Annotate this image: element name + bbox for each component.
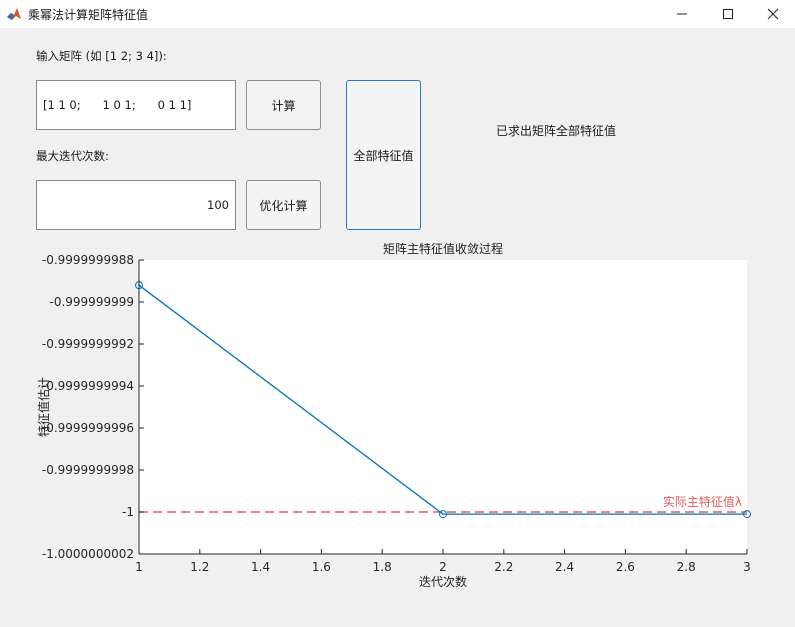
x-tick-label: 1.4 — [251, 560, 270, 574]
x-tick-label: 2.8 — [677, 560, 696, 574]
y-axis-label: 特征值估计 — [36, 377, 51, 437]
x-tick-label: 2.6 — [616, 560, 635, 574]
x-tick-label: 2 — [439, 560, 447, 574]
y-tick-label: -0.9999999994 — [42, 379, 134, 393]
x-tick-label: 1.8 — [373, 560, 392, 574]
x-tick-label: 1.6 — [312, 560, 331, 574]
reference-label: 实际主特征值λ — [663, 494, 742, 509]
y-tick-label: -1.0000000002 — [42, 547, 134, 561]
x-tick-label: 3 — [743, 560, 751, 574]
convergence-chart: 1 1.2 1.4 1.6 1.8 2 2.2 2.4 2.6 2.8 3 -0.9999999988… — [36, 241, 751, 589]
y-tick-label: -0.9999999992 — [42, 337, 134, 351]
y-tick-label: -0.9999999996 — [42, 421, 134, 435]
chart-title: 矩阵主特征值收敛过程 — [383, 241, 503, 256]
y-tick-label: -0.9999999998 — [42, 463, 134, 477]
x-tick-label: 2.4 — [555, 560, 574, 574]
x-axis-label: 迭代次数 — [419, 574, 467, 589]
plot-area — [139, 260, 747, 554]
y-tick-label: -0.9999999988 — [42, 253, 134, 267]
x-tick-label: 1.2 — [190, 560, 209, 574]
y-tick-label: -1 — [122, 505, 134, 519]
y-tick-label: -0.999999999 — [50, 295, 135, 309]
x-tick-label: 1 — [135, 560, 143, 574]
x-tick-label: 2.2 — [494, 560, 513, 574]
